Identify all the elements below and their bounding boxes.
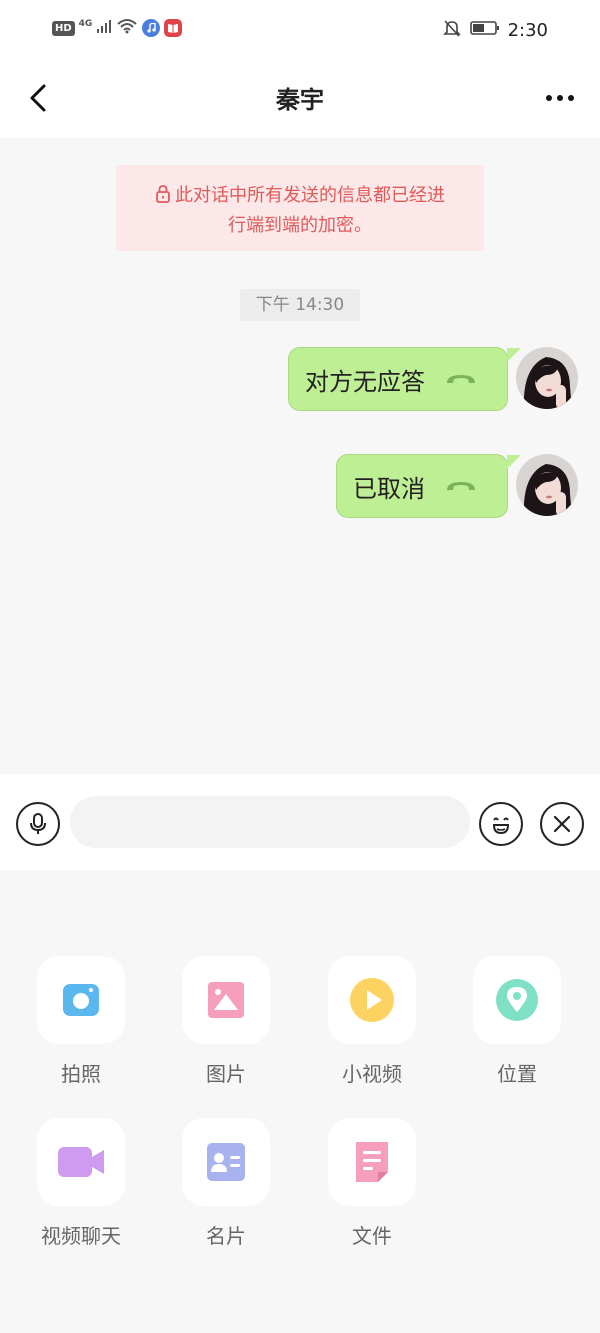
battery-icon — [469, 20, 500, 41]
location-icon — [496, 979, 538, 1021]
voice-button[interactable] — [16, 802, 60, 846]
music-app-icon — [142, 19, 161, 37]
image-icon — [208, 982, 244, 1018]
chat-area: 此对话中所有发送的信息都已经进 行端到端的加密。 下午 14:30 对方无应答 … — [0, 138, 600, 774]
tool-icon-box — [182, 1118, 270, 1206]
video-camera-icon — [58, 1147, 104, 1177]
encryption-notice: 此对话中所有发送的信息都已经进 行端到端的加密。 — [116, 165, 484, 251]
message-bubble[interactable]: 对方无应答 — [288, 347, 521, 411]
tool-contact-card[interactable]: 名片 — [171, 1118, 281, 1249]
tool-label: 图片 — [206, 1062, 246, 1086]
status-left: HD 4G — [52, 18, 183, 38]
message-input[interactable] — [70, 796, 470, 848]
file-icon — [356, 1142, 388, 1182]
microphone-icon — [30, 813, 46, 834]
nav-bar: 秦宇 — [0, 58, 600, 138]
tool-label: 视频聊天 — [41, 1224, 121, 1248]
close-icon — [553, 815, 571, 833]
tool-short-video[interactable]: 小视频 — [317, 956, 427, 1087]
status-time: 2:30 — [507, 20, 548, 41]
tool-label: 拍照 — [61, 1062, 101, 1086]
camera-icon — [63, 984, 99, 1016]
avatar[interactable] — [516, 347, 578, 409]
contact-card-icon — [207, 1143, 245, 1181]
lock-icon — [155, 184, 171, 212]
encryption-notice-line1: 此对话中所有发送的信息都已经进 — [175, 185, 445, 206]
tool-icon-box — [328, 956, 416, 1044]
emoji-icon — [492, 817, 510, 835]
book-app-icon — [164, 19, 183, 37]
hd-badge: HD — [52, 20, 75, 36]
signal-icon — [96, 18, 112, 38]
video-play-icon — [350, 978, 394, 1022]
tool-icon-box — [182, 956, 270, 1044]
tool-video-chat[interactable]: 视频聊天 — [26, 1118, 136, 1249]
avatar[interactable] — [516, 454, 578, 516]
encryption-notice-line2: 行端到端的加密。 — [228, 215, 372, 236]
input-bar — [0, 774, 600, 870]
tool-file[interactable]: 文件 — [317, 1118, 427, 1249]
message-text: 对方无应答 — [305, 367, 425, 396]
tool-icon-box — [37, 956, 125, 1044]
message-bubble[interactable]: 已取消 — [336, 454, 521, 518]
network-label: 4G — [78, 19, 93, 29]
more-icon — [546, 95, 574, 101]
tool-label: 小视频 — [342, 1062, 402, 1086]
tool-location[interactable]: 位置 — [462, 956, 572, 1087]
page-title: 秦宇 — [276, 86, 324, 114]
tool-label: 位置 — [497, 1062, 537, 1086]
more-button[interactable] — [542, 80, 578, 116]
tool-icon-box — [328, 1118, 416, 1206]
tool-label: 文件 — [352, 1224, 392, 1248]
tool-camera[interactable]: 拍照 — [26, 956, 136, 1087]
status-right: 2:30 — [442, 18, 548, 43]
status-bar: HD 4G 2:30 — [0, 0, 600, 58]
bell-off-icon — [442, 18, 462, 43]
message-row: 对方无应答 — [0, 347, 600, 411]
tool-icon-box — [37, 1118, 125, 1206]
tool-image[interactable]: 图片 — [171, 956, 281, 1087]
phone-hangup-icon — [445, 371, 477, 387]
attachment-panel: 拍照 图片 小视频 位置 视频聊天 名片 文件 — [0, 870, 600, 1333]
close-panel-button[interactable] — [540, 802, 584, 846]
message-text: 已取消 — [353, 474, 425, 503]
message-timestamp: 下午 14:30 — [240, 289, 360, 321]
tool-icon-box — [473, 956, 561, 1044]
tool-label: 名片 — [206, 1224, 246, 1248]
wifi-icon — [116, 18, 138, 38]
message-row: 已取消 — [0, 454, 600, 518]
emoji-button[interactable] — [479, 802, 523, 846]
phone-hangup-icon — [445, 478, 477, 494]
